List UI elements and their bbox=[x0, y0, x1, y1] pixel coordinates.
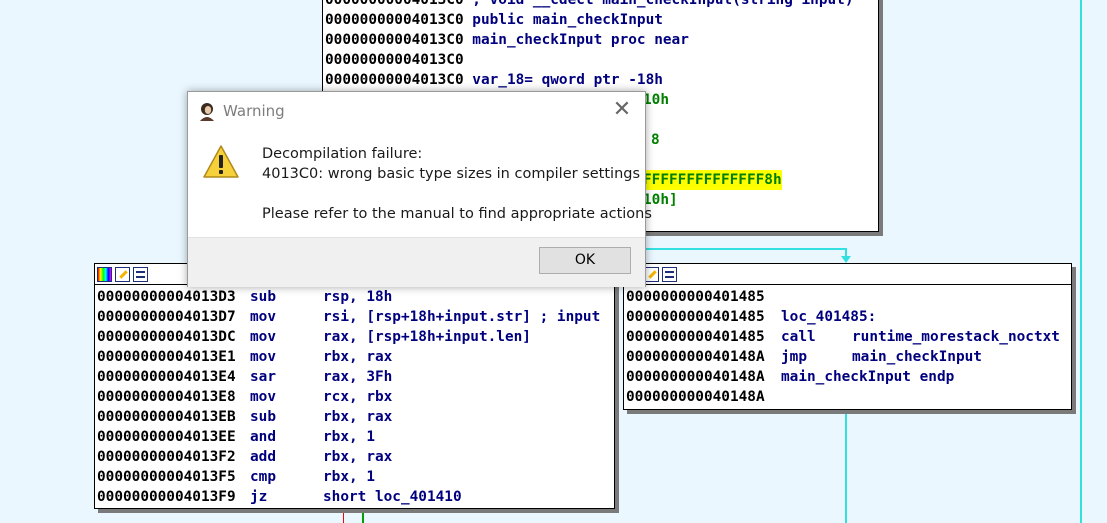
code-block-right[interactable]: 0000000000401485 0000000000401485 loc_401… bbox=[623, 263, 1072, 410]
code-line: 00000000004013DC mov rax, [rsp+18h+input.l… bbox=[97, 329, 531, 345]
code-line: 00000000004013F9 jz short loc_401410 bbox=[97, 489, 462, 505]
code-line: 00000000004013E4 sar rax, 3Fh bbox=[97, 369, 393, 385]
message-line: 4013C0: wrong basic type sizes in compil… bbox=[262, 166, 641, 182]
code-line: 00000000004013E8 mov rcx, rbx bbox=[97, 389, 393, 405]
ok-button[interactable]: OK bbox=[539, 247, 631, 274]
code-line: 00000000004013F5 cmp rbx, 1 bbox=[97, 469, 375, 485]
code-line: 0000000000401485 loc_401485: bbox=[626, 309, 877, 325]
app-portrait-icon bbox=[200, 103, 214, 121]
edge-red-down bbox=[343, 508, 344, 523]
code-line: 00000000004013C0 ; void __cdecl main_che… bbox=[325, 0, 854, 8]
code-line: 00000000004013EB sub rbx, rax bbox=[97, 409, 393, 425]
block-header bbox=[624, 264, 1071, 285]
edge-cyan-arrow bbox=[841, 256, 851, 263]
graph-view-icon[interactable] bbox=[133, 266, 148, 282]
code-line: 000000000040148A bbox=[626, 389, 765, 405]
graph-view-icon[interactable] bbox=[662, 266, 677, 282]
code-line: 00000000004013D7 mov rsi, [rsp+18h+input.s… bbox=[97, 309, 601, 325]
message-line: Decompilation failure: bbox=[262, 146, 423, 162]
dialog-title: Warning bbox=[223, 102, 285, 120]
message-line bbox=[262, 184, 652, 204]
code-line: 00000000004013C0 main_checkInput proc ne… bbox=[325, 32, 689, 48]
edge-green-down bbox=[362, 508, 364, 523]
dialog-titlebar[interactable]: Warning ✕ bbox=[188, 92, 645, 130]
code-line: 00000000004013D3 sub rsp, 18h bbox=[97, 289, 393, 305]
edge-cyan-horizontal bbox=[644, 248, 847, 250]
code-line: 000000000040148A jmp main_checkInput bbox=[626, 349, 982, 365]
warning-dialog: Warning ✕ Decompilation failure: 4013C0:… bbox=[187, 91, 652, 287]
color-palette-icon[interactable] bbox=[97, 266, 112, 282]
code-line: 00000000004013E1 mov rbx, rax bbox=[97, 349, 393, 365]
code-block-left[interactable]: 00000000004013D3 sub rsp, 18h 000000000040… bbox=[94, 263, 615, 509]
code-line: 00000000004013C0 public main_checkInput bbox=[325, 12, 663, 28]
code-line: 00000000004013C0 var_18= qword ptr -18h bbox=[325, 72, 663, 88]
code-line: 0000000000401485 call runtime_morestack_no… bbox=[626, 329, 1060, 345]
edit-pencil-icon[interactable] bbox=[115, 266, 130, 282]
code-line: 00000000004013EE and rbx, 1 bbox=[97, 429, 375, 445]
code-line: 0000000000401485 bbox=[626, 289, 765, 305]
dialog-footer: OK bbox=[188, 237, 645, 287]
code-line: 00000000004013F2 add rbx, rax bbox=[97, 449, 393, 465]
edge-cyan-vertical-right bbox=[1080, 0, 1082, 523]
dialog-message: Decompilation failure: 4013C0: wrong bas… bbox=[262, 144, 652, 224]
close-icon[interactable]: ✕ bbox=[611, 98, 633, 122]
edge-cyan-down bbox=[845, 408, 847, 523]
message-line: Please refer to the manual to find appro… bbox=[262, 206, 652, 222]
warning-triangle-icon bbox=[203, 145, 239, 178]
code-line: 000000000040148A main_checkInput endp bbox=[626, 369, 955, 385]
edit-pencil-icon[interactable] bbox=[644, 266, 659, 282]
code-line: 00000000004013C0 bbox=[325, 52, 464, 68]
